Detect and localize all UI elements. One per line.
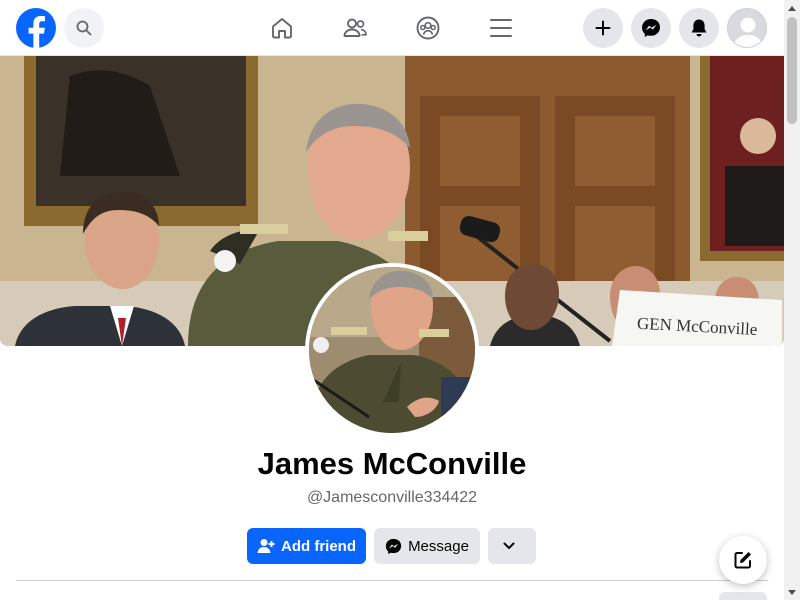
add-friend-icon [257, 539, 275, 553]
profile-name: James McConville [257, 446, 527, 481]
message-button[interactable]: Message [374, 528, 480, 564]
default-avatar-icon [733, 17, 763, 47]
tab-home[interactable] [262, 8, 302, 48]
messenger-button[interactable] [631, 8, 671, 48]
search-button[interactable] [64, 8, 104, 48]
create-button[interactable] [583, 8, 623, 48]
tab-menu[interactable] [481, 8, 521, 48]
home-icon [272, 18, 292, 39]
groups-icon [416, 16, 440, 40]
add-friend-label: Add friend [281, 537, 356, 555]
scroll-down-arrow[interactable] [784, 584, 800, 600]
message-label: Message [408, 537, 469, 555]
account-avatar[interactable] [727, 8, 767, 48]
compose-icon [734, 552, 751, 569]
search-icon [76, 20, 92, 36]
more-options-button[interactable] [488, 528, 536, 564]
facebook-logo[interactable] [16, 8, 56, 48]
new-message-button[interactable] [719, 536, 767, 584]
notifications-icon [691, 19, 707, 37]
messenger-icon [642, 19, 660, 37]
tab-groups[interactable] [408, 8, 448, 48]
notifications-button[interactable] [679, 8, 719, 48]
messenger-icon [385, 538, 402, 554]
chevron-down-icon [503, 542, 515, 549]
add-friend-button[interactable]: Add friend [247, 528, 366, 564]
page-scrollbar[interactable] [784, 0, 800, 600]
profile-handle: @Jamesconville334422 [306, 489, 478, 506]
tab-bar-edge [719, 592, 767, 600]
menu-icon [490, 19, 512, 37]
create-icon [595, 20, 611, 36]
scroll-up-arrow[interactable] [784, 0, 800, 16]
top-navigation-bar [0, 0, 784, 56]
profile-picture[interactable] [305, 263, 479, 437]
section-divider [16, 580, 768, 581]
friends-icon [343, 18, 367, 37]
scroll-thumb[interactable] [787, 17, 797, 124]
tab-friends[interactable] [335, 8, 375, 48]
